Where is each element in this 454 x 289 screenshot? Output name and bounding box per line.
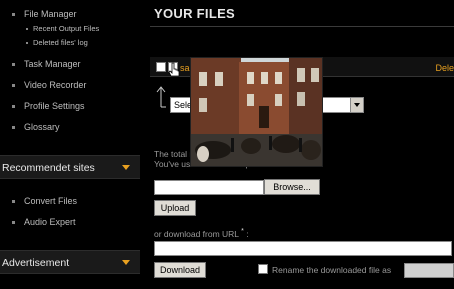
sidebar-item-file-manager[interactable]: File Manager bbox=[12, 9, 77, 19]
sidebar-item-video-recorder[interactable]: Video Recorder bbox=[12, 80, 86, 90]
advertisement-header[interactable]: Advertisement bbox=[0, 250, 140, 274]
caret-down-icon bbox=[122, 165, 130, 170]
delete-link[interactable]: Dele bbox=[435, 63, 454, 73]
caret-down-icon bbox=[122, 260, 130, 265]
bullet-icon bbox=[12, 84, 15, 88]
upload-button[interactable]: Upload bbox=[154, 200, 196, 216]
video-frame-image bbox=[191, 58, 322, 166]
bullet-icon bbox=[26, 42, 28, 45]
bullet-icon bbox=[12, 221, 15, 225]
sidebar-item-deleted-files-log[interactable]: Deleted files' log bbox=[26, 38, 88, 47]
url-input[interactable] bbox=[154, 241, 452, 256]
sidebar: File Manager Recent Output Files Deleted… bbox=[0, 0, 142, 289]
hand-cursor-icon bbox=[168, 62, 180, 77]
bullet-icon bbox=[12, 13, 15, 17]
url-label: or download from URL * : bbox=[154, 228, 249, 239]
sidebar-item-convert-files[interactable]: Convert Files bbox=[12, 196, 77, 206]
sidebar-item-recent-output-files[interactable]: Recent Output Files bbox=[26, 24, 99, 33]
bullet-icon bbox=[12, 126, 15, 130]
bullet-icon bbox=[12, 200, 15, 204]
bullet-icon bbox=[12, 105, 15, 109]
browse-button[interactable]: Browse... bbox=[264, 179, 320, 195]
sidebar-item-task-manager[interactable]: Task Manager bbox=[12, 59, 81, 69]
sidebar-item-glossary[interactable]: Glossary bbox=[12, 122, 60, 132]
chevron-down-icon[interactable] bbox=[350, 98, 363, 112]
select-all-label: sa bbox=[180, 63, 190, 73]
bullet-icon bbox=[12, 63, 15, 67]
rename-label: Rename the downloaded file as bbox=[272, 265, 392, 275]
bullet-icon bbox=[26, 28, 28, 31]
rename-checkbox[interactable] bbox=[258, 264, 268, 274]
divider bbox=[150, 26, 454, 27]
download-button[interactable]: Download bbox=[154, 262, 206, 278]
video-preview[interactable] bbox=[190, 57, 323, 167]
recommended-sites-header[interactable]: Recommendet sites bbox=[0, 155, 140, 179]
sidebar-item-audio-expert[interactable]: Audio Expert bbox=[12, 217, 76, 227]
sidebar-item-profile-settings[interactable]: Profile Settings bbox=[12, 101, 85, 111]
arrow-up-icon bbox=[156, 86, 166, 108]
rename-input[interactable] bbox=[404, 263, 454, 278]
page-title: YOUR FILES bbox=[154, 6, 236, 21]
file-path-input[interactable] bbox=[154, 180, 264, 195]
select-all-checkbox[interactable] bbox=[156, 62, 166, 72]
